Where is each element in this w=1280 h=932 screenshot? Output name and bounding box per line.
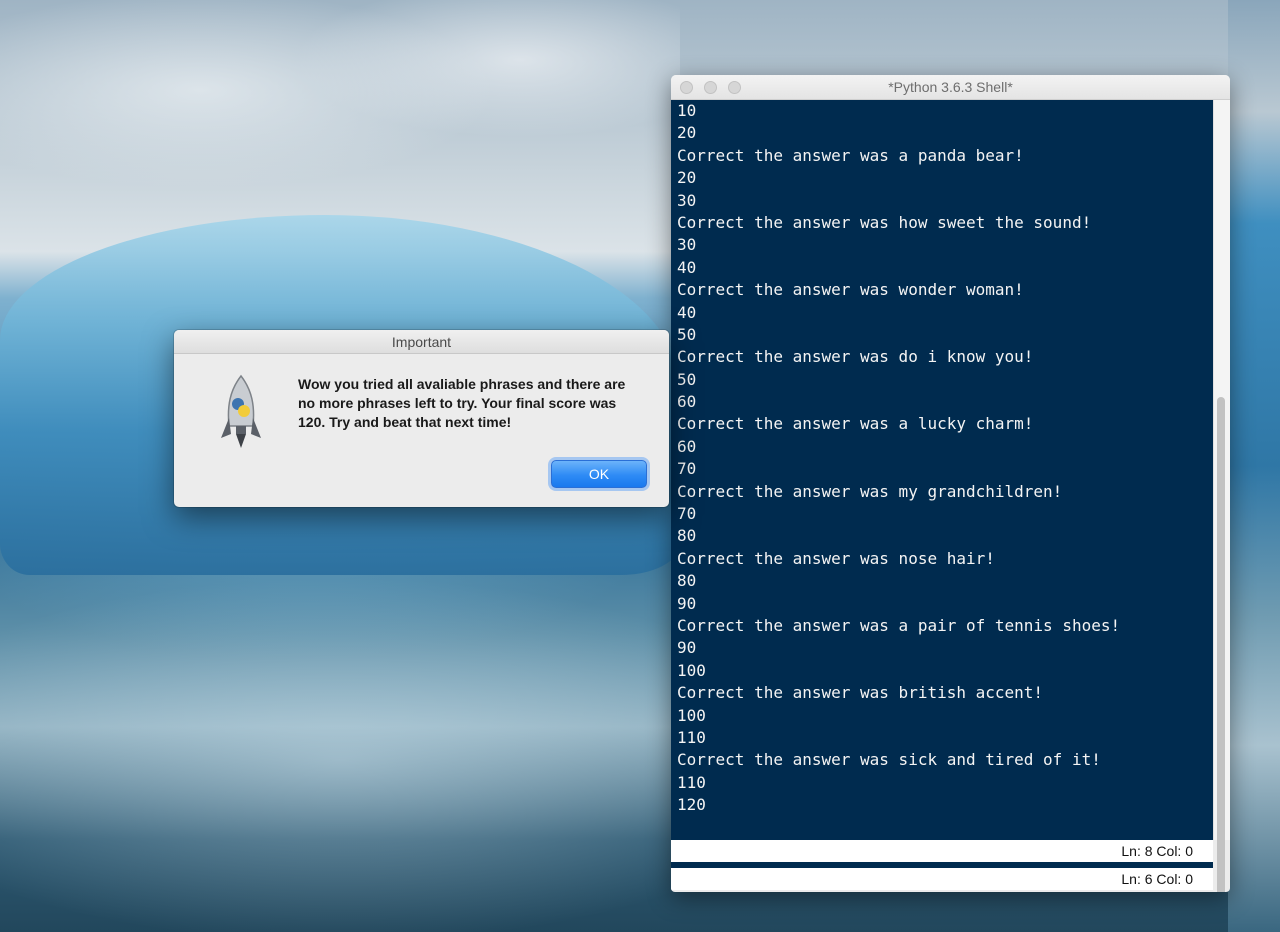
shell-output-line: 100 bbox=[677, 705, 706, 725]
shell-output-line: 30 bbox=[677, 235, 697, 255]
dialog-message: Wow you tried all avaliable phrases and … bbox=[298, 376, 626, 430]
shell-titlebar[interactable]: *Python 3.6.3 Shell* bbox=[671, 75, 1230, 100]
shell-output-line: 70 bbox=[677, 459, 697, 479]
shell-output-line: 90 bbox=[677, 638, 697, 658]
shell-output-line: Correct the answer was british accent! bbox=[677, 683, 1044, 703]
shell-output-line: Correct the answer was a lucky charm! bbox=[677, 414, 1034, 434]
ok-button[interactable]: OK bbox=[551, 460, 647, 488]
python-launcher-rocket-icon bbox=[221, 374, 261, 448]
shell-output-line: Correct the answer was a panda bear! bbox=[677, 145, 1024, 165]
shell-output-line: 50 bbox=[677, 369, 697, 389]
important-dialog: Important Wow you tried all avaliable ph… bbox=[174, 330, 669, 507]
shell-output-line: 80 bbox=[677, 526, 697, 546]
shell-output-line: 110 bbox=[677, 727, 706, 747]
dialog-title[interactable]: Important bbox=[174, 330, 669, 354]
shell-title: *Python 3.6.3 Shell* bbox=[888, 79, 1013, 95]
shell-output-line: 20 bbox=[677, 168, 697, 188]
shell-output-line: 70 bbox=[677, 504, 697, 524]
shell-output-line: Correct the answer was sick and tired of… bbox=[677, 750, 1101, 770]
status-bar-bottom: Ln: 6 Col: 0 bbox=[671, 868, 1213, 890]
shell-output-line: 100 bbox=[677, 660, 706, 680]
shell-output-line: Correct the answer was do i know you! bbox=[677, 347, 1034, 367]
shell-output-line: 60 bbox=[677, 392, 697, 412]
shell-output-line: 80 bbox=[677, 571, 697, 591]
shell-scrollbar-thumb[interactable] bbox=[1217, 397, 1225, 892]
python-shell-window: *Python 3.6.3 Shell* 10 20 Correct the ans… bbox=[671, 75, 1230, 892]
shell-output-line: 40 bbox=[677, 302, 697, 322]
shell-output-line: 120 bbox=[677, 795, 706, 815]
shell-output-line: 30 bbox=[677, 190, 697, 210]
shell-output-line: 60 bbox=[677, 436, 697, 456]
shell-output-line: 20 bbox=[677, 123, 697, 143]
shell-output-line: 110 bbox=[677, 772, 706, 792]
shell-output-line: 90 bbox=[677, 593, 697, 613]
status-bar-top: Ln: 8 Col: 0 bbox=[671, 840, 1213, 862]
shell-output-line: 40 bbox=[677, 257, 697, 277]
shell-output-area[interactable]: 10 20 Correct the answer was a panda bear!… bbox=[671, 100, 1213, 840]
shell-output-line: 50 bbox=[677, 324, 697, 344]
shell-output-line: Correct the answer was my grandchildren! bbox=[677, 481, 1063, 501]
desktop-edge bbox=[1228, 0, 1280, 932]
shell-output-line: Correct the answer was how sweet the sou… bbox=[677, 212, 1092, 232]
shell-output-line: Correct the answer was a pair of tennis … bbox=[677, 615, 1121, 635]
shell-output-line: Correct the answer was nose hair! bbox=[677, 548, 995, 568]
shell-output-line: 10 bbox=[677, 101, 697, 120]
shell-output-line: Correct the answer was wonder woman! bbox=[677, 280, 1024, 300]
